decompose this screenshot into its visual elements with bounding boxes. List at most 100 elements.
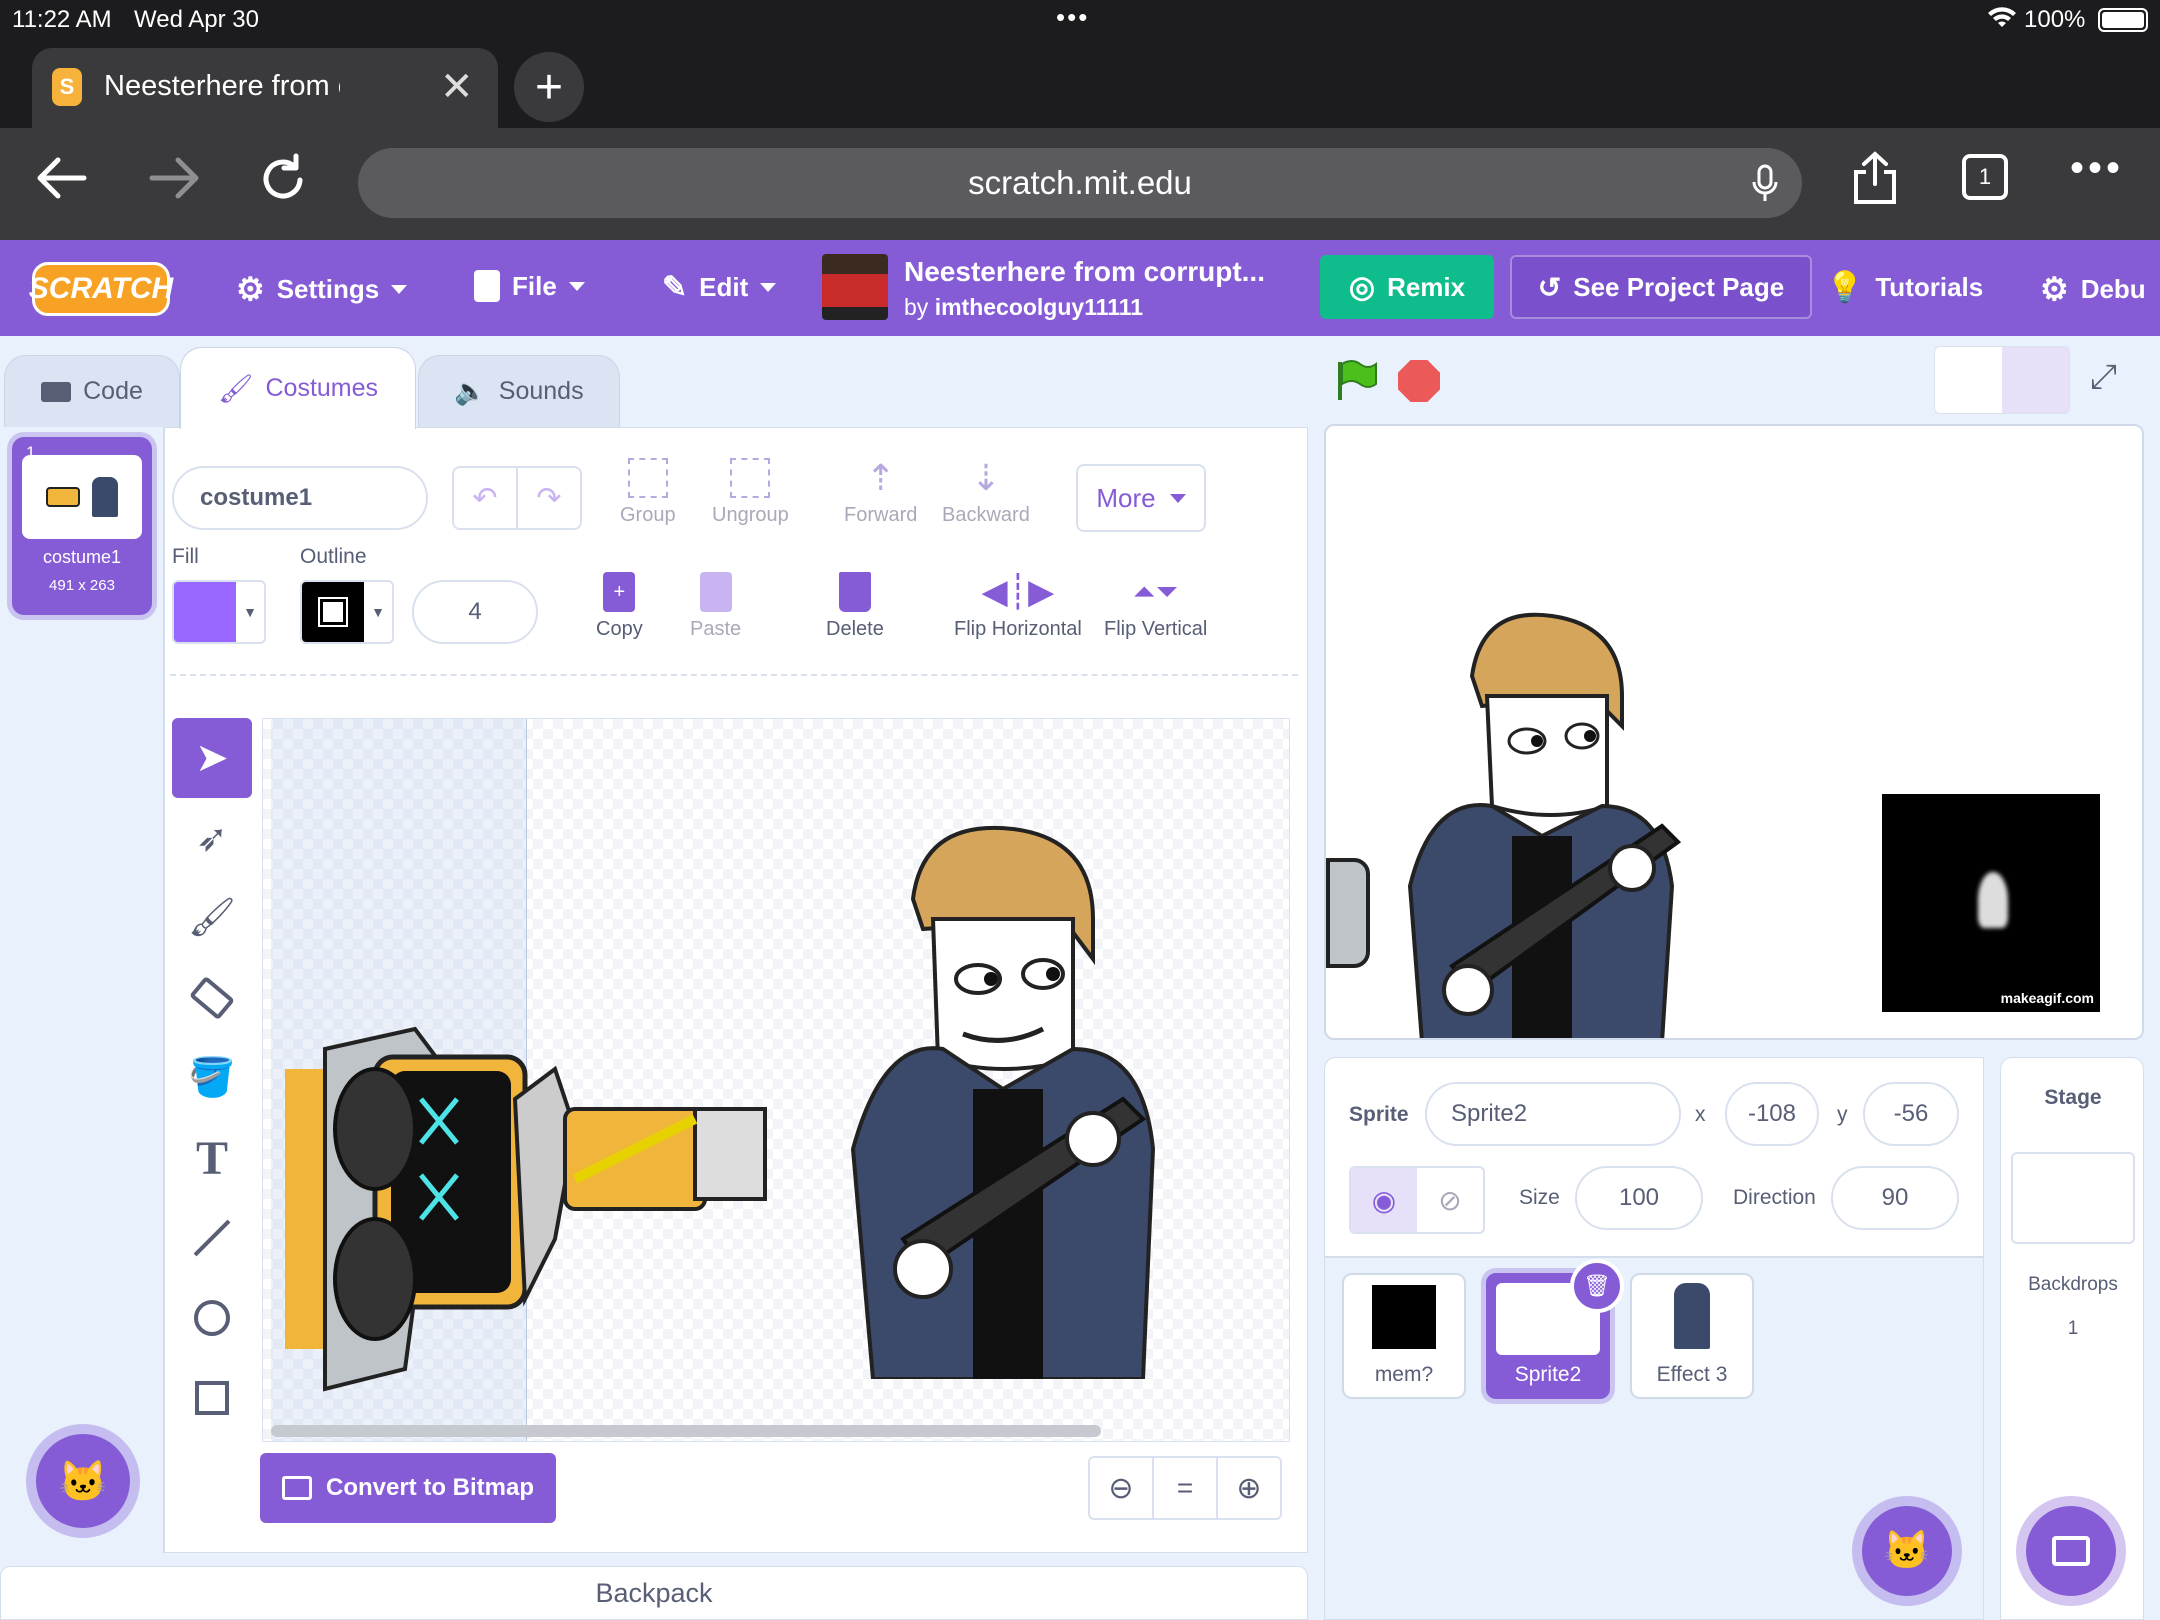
text-tool[interactable]: T bbox=[172, 1118, 252, 1198]
fullscreen-icon[interactable]: ⤢ bbox=[2090, 358, 2117, 397]
select-tool[interactable]: ➤ bbox=[172, 718, 252, 798]
cat-add-icon: 🐱 bbox=[1883, 1530, 1931, 1572]
scratch-logo[interactable]: SCRATCH bbox=[29, 262, 173, 316]
direction-label: Direction bbox=[1733, 1186, 1816, 1209]
project-title[interactable]: Neesterhere from corrupt... bbox=[904, 256, 1265, 288]
reload-button[interactable] bbox=[258, 152, 308, 209]
project-thumbnail[interactable] bbox=[822, 254, 888, 320]
sprite-name-field[interactable]: Sprite2 bbox=[1425, 1082, 1681, 1146]
paint-canvas[interactable] bbox=[262, 718, 1290, 1442]
x-field[interactable]: -108 bbox=[1725, 1082, 1819, 1146]
undo-button[interactable]: ↶ bbox=[454, 468, 518, 528]
eraser-tool[interactable] bbox=[172, 958, 252, 1038]
normal-stage-button[interactable] bbox=[2002, 347, 2069, 413]
multitask-dots[interactable]: ••• bbox=[1056, 2, 1089, 33]
new-tab-button[interactable]: + bbox=[514, 52, 584, 122]
choose-backdrop-button[interactable] bbox=[2026, 1506, 2116, 1596]
tabs-count-button[interactable]: 1 bbox=[1962, 154, 2008, 200]
debug-button[interactable]: ⚙ Debu bbox=[2040, 270, 2146, 308]
fill-color-picker[interactable]: ▼ bbox=[172, 580, 266, 644]
close-tab-icon[interactable]: ✕ bbox=[440, 64, 474, 110]
forward-button[interactable] bbox=[148, 156, 200, 205]
edit-menu[interactable]: ✎ Edit bbox=[662, 270, 777, 305]
paste-button[interactable]: Paste bbox=[690, 572, 741, 641]
code-icon bbox=[41, 381, 72, 402]
forward-button-layer[interactable]: ⇡ Forward bbox=[844, 458, 917, 527]
url-field[interactable]: scratch.mit.edu bbox=[358, 148, 1802, 218]
line-tool[interactable] bbox=[172, 1198, 252, 1278]
sprite-thumb-sprite2[interactable]: Sprite2 🗑 bbox=[1486, 1259, 1624, 1399]
fill-tool[interactable]: 🪣 bbox=[172, 1038, 252, 1118]
flip-vertical-button[interactable]: ⏶⏷ Flip Vertical bbox=[1104, 572, 1207, 641]
hide-button[interactable]: ⊘ bbox=[1417, 1168, 1483, 1232]
choose-costume-button[interactable]: 🐱 bbox=[36, 1434, 130, 1528]
flip-horizontal-label: Flip Horizontal bbox=[954, 618, 1082, 640]
sprite-thumb-mem[interactable]: mem? bbox=[1342, 1273, 1466, 1399]
y-field[interactable]: -56 bbox=[1863, 1082, 1959, 1146]
settings-menu[interactable]: ⚙ Settings bbox=[236, 270, 408, 308]
stop-button[interactable] bbox=[1398, 360, 1440, 402]
backward-button-layer[interactable]: ⇣ Backward bbox=[942, 458, 1030, 527]
costume-item[interactable]: 1 costume1 491 x 263 bbox=[12, 437, 152, 615]
horizontal-scrollbar[interactable] bbox=[271, 1425, 1101, 1437]
forward-label: Forward bbox=[844, 504, 918, 526]
green-flag-button[interactable] bbox=[1334, 358, 1378, 407]
costume-thumbnail bbox=[22, 455, 142, 539]
tutorials-button[interactable]: 💡 Tutorials bbox=[1826, 270, 1983, 305]
copy-button[interactable]: + Copy bbox=[596, 572, 643, 641]
costume-name-field[interactable]: costume1 bbox=[172, 466, 428, 530]
image-add-icon bbox=[2052, 1536, 2090, 1566]
back-button[interactable] bbox=[36, 156, 88, 205]
circle-tool[interactable] bbox=[172, 1278, 252, 1358]
group-button[interactable]: Group bbox=[620, 458, 676, 527]
tab-costumes[interactable]: 🖌 Costumes bbox=[180, 347, 416, 429]
choose-sprite-button[interactable]: 🐱 bbox=[1862, 1506, 1952, 1596]
share-button[interactable] bbox=[1852, 150, 1898, 211]
brush-tool[interactable]: 🖌 bbox=[172, 878, 252, 958]
ungroup-button[interactable]: Ungroup bbox=[712, 458, 789, 527]
circle-icon bbox=[194, 1300, 230, 1336]
delete-sprite-button[interactable]: 🗑 bbox=[1570, 1259, 1624, 1313]
tab-code[interactable]: Code bbox=[4, 355, 180, 427]
zoom-in-button[interactable]: ⊕ bbox=[1218, 1458, 1280, 1518]
gear-icon: ⚙ bbox=[236, 271, 265, 307]
watermark-text: makeagif.com bbox=[2000, 990, 2094, 1006]
chevron-down-icon: ▼ bbox=[371, 604, 385, 620]
rectangle-icon bbox=[195, 1381, 229, 1415]
reshape-tool[interactable]: ➶ bbox=[172, 798, 252, 878]
flip-horizontal-icon: ◀┊▶ bbox=[981, 573, 1055, 611]
flip-horizontal-button[interactable]: ◀┊▶ Flip Horizontal bbox=[954, 572, 1082, 641]
visibility-toggle: ◉ ⊘ bbox=[1349, 1166, 1485, 1234]
delete-button[interactable]: Delete bbox=[826, 572, 884, 641]
rectangle-tool[interactable] bbox=[172, 1358, 252, 1438]
convert-to-bitmap-button[interactable]: Convert to Bitmap bbox=[260, 1453, 556, 1523]
group-label: Group bbox=[620, 504, 676, 526]
flip-vertical-label: Flip Vertical bbox=[1104, 618, 1208, 640]
stage-title: Stage bbox=[2044, 1086, 2102, 1109]
file-menu[interactable]: File bbox=[474, 270, 585, 302]
redo-button[interactable]: ↷ bbox=[518, 468, 580, 528]
tab-sounds[interactable]: 🔈 Sounds bbox=[418, 355, 620, 427]
backpack-panel[interactable]: Backpack bbox=[0, 1566, 1308, 1620]
y-label: y bbox=[1837, 1103, 1848, 1126]
more-options-button[interactable]: ••• bbox=[2070, 146, 2124, 191]
small-stage-button[interactable] bbox=[1935, 347, 2002, 413]
direction-field[interactable]: 90 bbox=[1831, 1166, 1959, 1230]
group-icon bbox=[627, 458, 668, 498]
settings-label: Settings bbox=[276, 273, 380, 304]
outline-width-field[interactable]: 4 bbox=[412, 580, 538, 644]
microphone-icon[interactable] bbox=[1752, 164, 1778, 212]
zoom-out-button[interactable]: ⊖ bbox=[1090, 1458, 1154, 1518]
more-menu-button[interactable]: More bbox=[1076, 464, 1206, 532]
see-project-page-button[interactable]: ↺ See Project Page bbox=[1510, 255, 1812, 319]
zoom-reset-button[interactable]: = bbox=[1154, 1458, 1218, 1518]
browser-tab[interactable]: S Neesterhere from corrup ✕ bbox=[32, 48, 498, 128]
remix-button[interactable]: ◎ Remix bbox=[1320, 255, 1494, 319]
size-field[interactable]: 100 bbox=[1575, 1166, 1703, 1230]
debug-label: Debu bbox=[2080, 273, 2146, 304]
project-author[interactable]: by imthecoolguy11111 bbox=[904, 294, 1143, 321]
show-button[interactable]: ◉ bbox=[1351, 1168, 1417, 1232]
sprite-thumb-effect3[interactable]: Effect 3 bbox=[1630, 1273, 1754, 1399]
stage-canvas[interactable]: makeagif.com bbox=[1324, 424, 2144, 1040]
outline-color-picker[interactable]: ▼ bbox=[300, 580, 394, 644]
